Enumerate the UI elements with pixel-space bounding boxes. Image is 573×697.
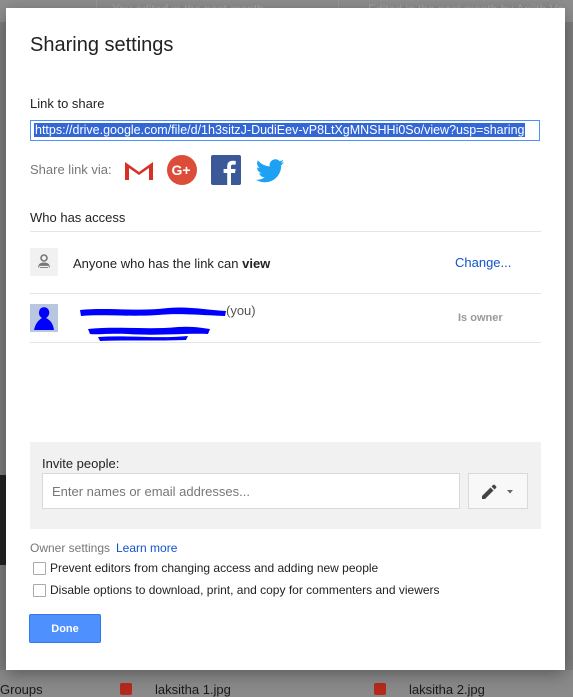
dialog-title: Sharing settings [30, 34, 174, 56]
invite-people-label: Invite people: [42, 456, 120, 471]
link-access-prefix: Anyone who has the link can [73, 256, 243, 271]
owner-you-label: (you) [226, 303, 256, 318]
done-button[interactable]: Done [29, 614, 101, 643]
invite-people-panel: Invite people: [30, 442, 541, 529]
prevent-editors-checkbox[interactable] [33, 562, 46, 575]
link-icon [38, 254, 50, 271]
gmail-icon[interactable] [123, 154, 155, 186]
google-plus-icon[interactable]: G+ [166, 154, 198, 186]
image-file-icon [374, 683, 386, 695]
divider [30, 293, 541, 294]
link-access-description: Anyone who has the link can view [73, 256, 270, 271]
disable-download-checkbox[interactable] [33, 584, 46, 597]
owner-settings-label: Owner settings [30, 541, 111, 555]
who-has-access-label: Who has access [30, 210, 126, 225]
disable-download-label[interactable]: Disable options to download, print, and … [50, 583, 440, 597]
pencil-icon [482, 484, 513, 499]
divider [30, 231, 541, 232]
share-link-field[interactable]: https://drive.google.com/file/d/1h3sitzJ… [30, 120, 540, 141]
learn-more-link[interactable]: Learn more [116, 541, 177, 555]
link-access-icon-box [30, 248, 58, 276]
invite-people-input[interactable] [42, 473, 460, 509]
link-to-share-label: Link to share [30, 96, 105, 111]
share-link-url[interactable]: https://drive.google.com/file/d/1h3sitzJ… [34, 123, 526, 137]
permission-dropdown-button[interactable] [468, 473, 528, 509]
owner-role: Is owner [458, 312, 503, 324]
avatar-redaction [30, 304, 58, 332]
chevron-down-icon [507, 490, 513, 494]
image-file-icon [120, 683, 132, 695]
prevent-editors-label[interactable]: Prevent editors from changing access and… [50, 561, 378, 575]
sharing-settings-dialog: Sharing settings Link to share https://d… [6, 8, 565, 670]
divider [30, 342, 541, 343]
owner-avatar [30, 304, 58, 332]
twitter-icon[interactable] [254, 154, 286, 186]
change-access-link[interactable]: Change... [455, 255, 511, 270]
link-access-level: view [242, 256, 271, 271]
svg-text:G+: G+ [171, 162, 190, 178]
redaction-scribble [80, 307, 226, 341]
background-footer-row [0, 670, 573, 695]
owner-identity-redacted [78, 303, 228, 343]
share-via-label: Share link via: [30, 162, 112, 177]
facebook-icon[interactable] [210, 154, 242, 186]
